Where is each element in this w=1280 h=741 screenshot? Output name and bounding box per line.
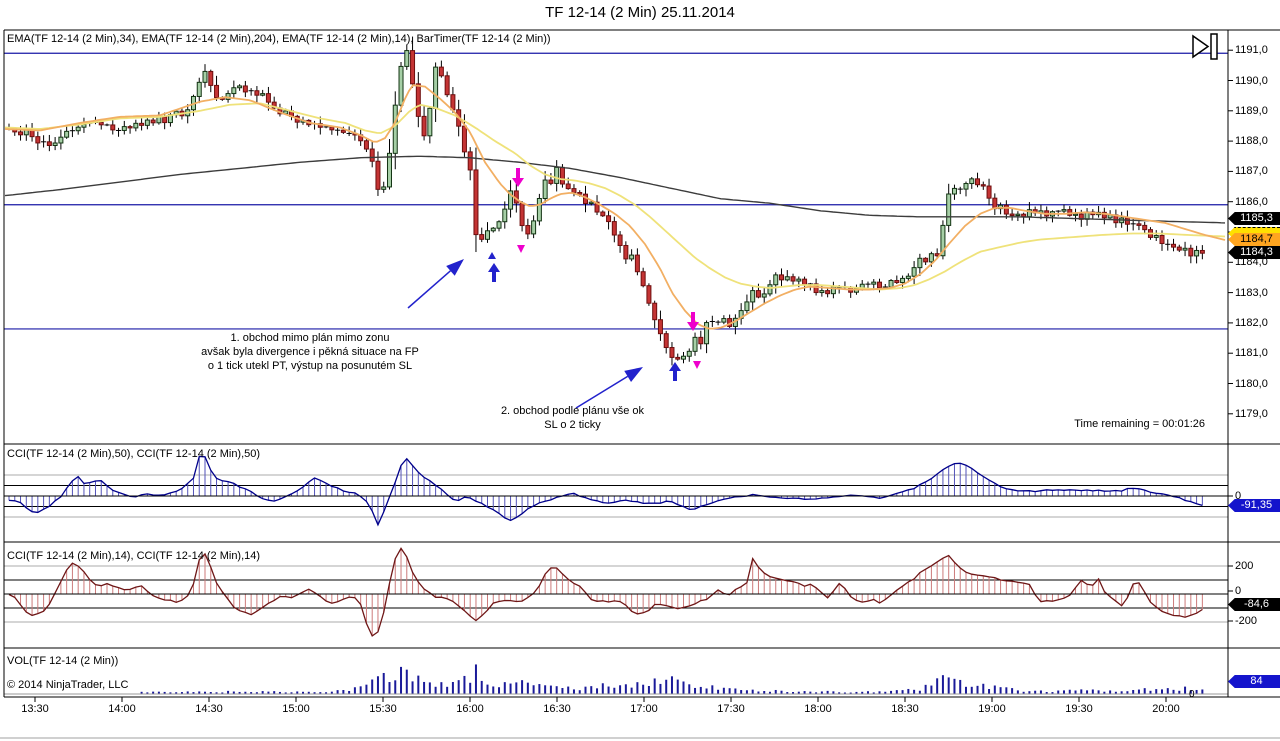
price-axis-label: 1189,0 — [1235, 104, 1268, 117]
trade-note-2: 2. obchod podle plánu vše ok SL o 2 tick… — [460, 404, 685, 432]
time-axis-label: 14:30 — [195, 703, 223, 715]
time-axis-label: 20:00 — [1152, 703, 1180, 715]
replay-icon[interactable] — [1192, 33, 1218, 60]
trade-note-1: 1. obchod mimo plán mimo zonu avšak byla… — [120, 331, 500, 373]
value-badge: -91,35 — [1228, 499, 1280, 512]
price-axis-label: 1186,0 — [1235, 195, 1268, 208]
value-badge: 1185,3 — [1228, 212, 1280, 225]
time-axis-label: 16:00 — [456, 703, 484, 715]
trade-note-2-line: 2. obchod podle plánu vše ok — [500, 405, 645, 417]
price-axis-label: 1182,0 — [1235, 316, 1268, 329]
price-axis-label: 1181,0 — [1235, 347, 1268, 360]
time-axis-label: 17:00 — [630, 703, 658, 715]
price-axis-label: 1188,0 — [1235, 135, 1268, 148]
ninjatrader-chart-window: TF 12-14 (2 Min) 25.11.2014 EMA(TF 12-14… — [0, 0, 1280, 741]
value-badge: 84 — [1228, 675, 1280, 688]
price-axis-label: 1180,0 — [1235, 377, 1268, 390]
price-axis-label: 1179,0 — [1235, 407, 1268, 420]
time-axis-label: 13:30 — [21, 703, 49, 715]
time-axis-label: 16:30 — [543, 703, 571, 715]
time-axis-label: 19:00 — [978, 703, 1006, 715]
time-axis-label: 18:30 — [891, 703, 919, 715]
time-axis-label: 15:30 — [369, 703, 397, 715]
value-badge: -84,6 — [1228, 598, 1280, 611]
value-badge: 1184,7 — [1228, 233, 1280, 246]
time-axis-label: 15:00 — [282, 703, 310, 715]
value-badge: 1184,3 — [1228, 246, 1280, 259]
time-axis-label: 19:30 — [1065, 703, 1093, 715]
indicator-axis-label: 200 — [1235, 560, 1254, 572]
trade-note-1-line: o 1 tick utekl PT, výstup na posunutém S… — [207, 360, 413, 372]
indicator-axis-label: 0 — [1235, 585, 1242, 597]
trade-note-2-line: SL o 2 ticky — [544, 419, 601, 431]
time-axis-label: 14:00 — [108, 703, 136, 715]
time-axis-label: 17:30 — [717, 703, 745, 715]
trade-note-1-line: avšak byla divergence i pěkná situace na… — [201, 346, 419, 358]
price-axis-label: 1190,0 — [1235, 74, 1268, 87]
price-axis-label: 1183,0 — [1235, 286, 1268, 299]
indicator-axis-label: -200 — [1235, 615, 1258, 627]
trade-note-1-line: 1. obchod mimo plán mimo zonu — [230, 332, 390, 344]
time-axis-label: 18:00 — [804, 703, 832, 715]
price-axis-label: 1187,0 — [1235, 165, 1268, 178]
price-axis-label: 1191,0 — [1235, 44, 1268, 57]
